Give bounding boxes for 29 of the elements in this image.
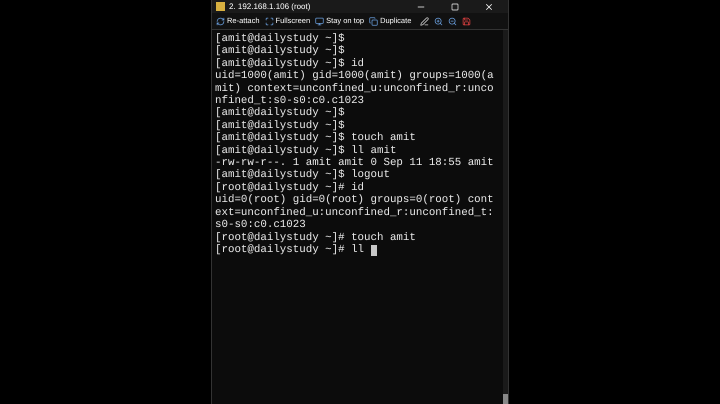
- monitor-icon: [315, 16, 324, 26]
- terminal-line: mit) context=unconfined_u:unconfined_r:unco: [215, 82, 494, 95]
- reattach-icon: [216, 16, 225, 26]
- fullscreen-icon: [264, 16, 274, 26]
- terminal-line: [amit@dailystudy ~]$: [215, 107, 345, 120]
- terminal-line: [amit@dailystudy ~]$ id: [215, 58, 364, 70]
- terminal-line: ext=unconfined_u:unconfined_r:unconfined_t:: [215, 206, 494, 220]
- terminal-line: [root@dailystudy ~]# touch amit: [215, 232, 416, 244]
- close-icon: [484, 2, 494, 12]
- copy-icon: [369, 16, 378, 26]
- save-button[interactable]: [462, 16, 472, 26]
- terminal-line: [amit@dailystudy ~]$: [215, 45, 345, 58]
- edit-button[interactable]: [420, 16, 430, 26]
- terminal-line: uid=1000(amit) gid=1000(amit) groups=1000(a: [215, 70, 494, 83]
- terminal-line: [root@dailystudy ~]# id: [215, 182, 364, 194]
- terminal-line: [amit@dailystudy ~]$ ll amit: [215, 144, 396, 157]
- window-title: 2. 192.168.1.106 (root): [229, 2, 310, 10]
- zoom-in-button[interactable]: [434, 16, 444, 26]
- terminal-line: [amit@dailystudy ~]$ logout: [215, 169, 390, 182]
- maximize-icon: [451, 2, 459, 10]
- terminal-line: s0-s0:c0.c1023: [215, 219, 306, 232]
- terminal-line: nfined_t:s0-s0:c0.c1023: [215, 95, 364, 108]
- terminal-line: [root@dailystudy ~]# ll: [215, 244, 366, 256]
- zoom-out-button[interactable]: [448, 16, 458, 26]
- terminal-line: uid=0(root) gid=0(root) groups=0(root) cont: [215, 194, 494, 207]
- terminal-line: [amit@dailystudy ~]$ touch amit: [215, 132, 416, 145]
- terminal-line: [amit@dailystudy ~]$: [215, 120, 345, 132]
- terminal-line: -rw-rw-r--. 1 amit amit 0 Sep 11 18:55 amit: [215, 157, 494, 170]
- terminal-line: [amit@dailystudy ~]$: [215, 33, 345, 45]
